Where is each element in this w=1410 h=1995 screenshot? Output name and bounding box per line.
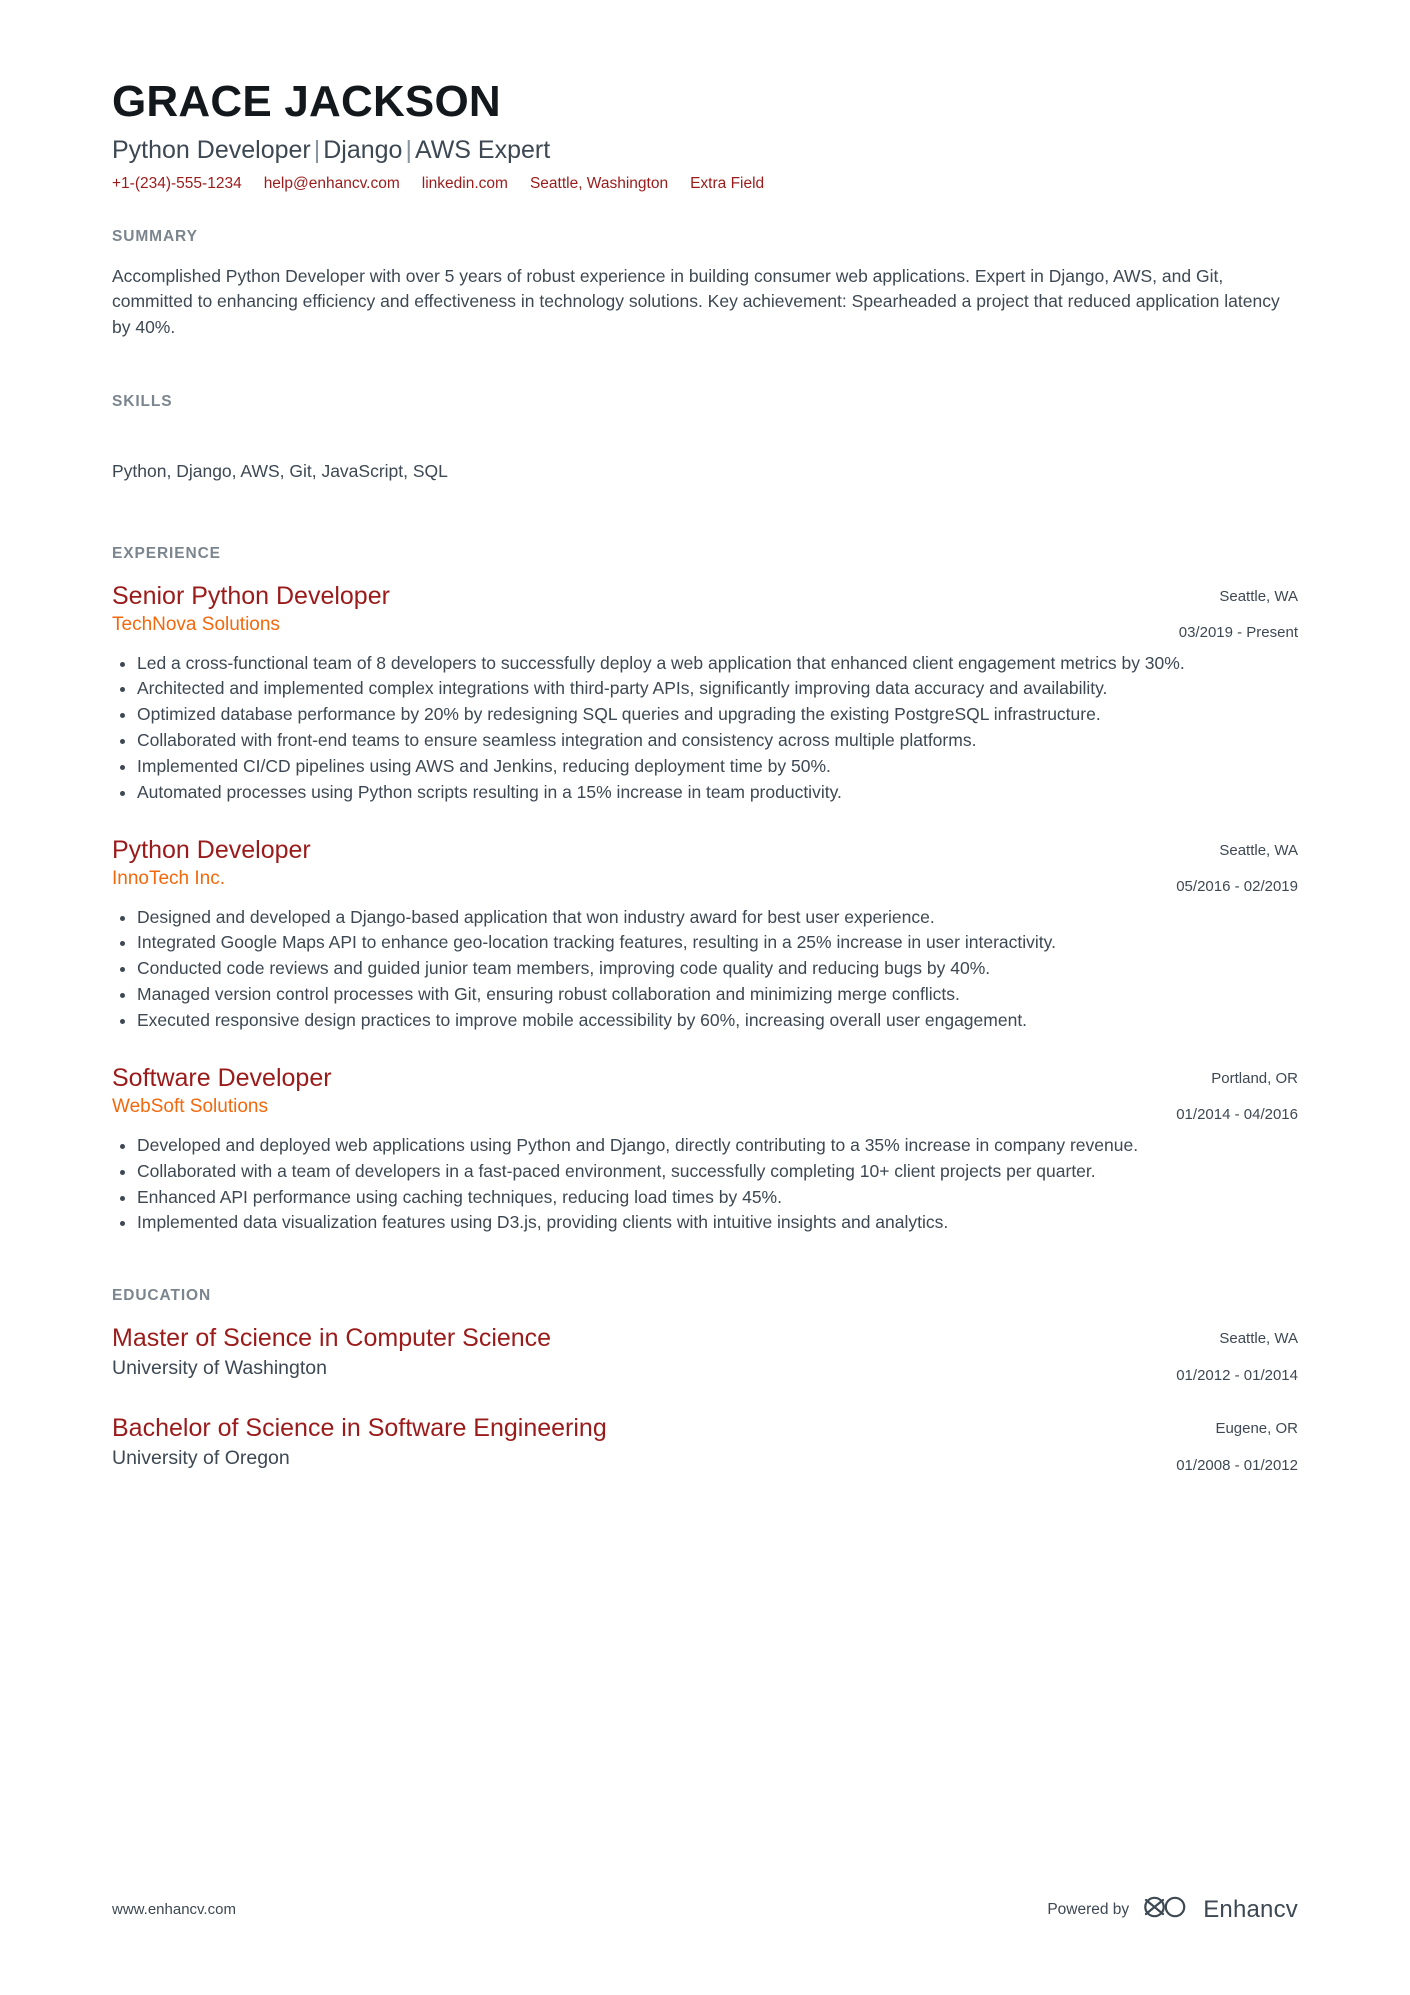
- section-skills: SKILLS Python, Django, AWS, Git, JavaScr…: [112, 393, 1298, 485]
- section-title-summary: SUMMARY: [112, 227, 198, 245]
- contact-linkedin[interactable]: linkedin.com: [422, 174, 508, 194]
- list-item: Led a cross-functional team of 8 develop…: [112, 651, 1298, 676]
- footer-brand-block: Powered by Enhancv: [1047, 1894, 1298, 1925]
- list-item: Implemented CI/CD pipelines using AWS an…: [112, 754, 1298, 779]
- list-item: Enhanced API performance using caching t…: [112, 1185, 1298, 1210]
- contact-info-row: +1-(234)-555-1234 help@enhancv.com linke…: [112, 174, 1298, 194]
- footer-website-url[interactable]: www.enhancv.com: [112, 1901, 236, 1918]
- section-experience: EXPERIENCE Senior Python Developer TechN…: [112, 545, 1298, 1236]
- experience-entry: Senior Python Developer TechNova Solutio…: [112, 581, 1298, 805]
- list-item: Integrated Google Maps API to enhance ge…: [112, 930, 1298, 955]
- powered-by-label: Powered by: [1047, 1900, 1130, 1918]
- section-title-experience: EXPERIENCE: [112, 544, 221, 562]
- experience-entry: Software Developer WebSoft Solutions Por…: [112, 1063, 1298, 1235]
- experience-entry-header: Senior Python Developer TechNova Solutio…: [112, 581, 1298, 643]
- summary-text: Accomplished Python Developer with over …: [112, 265, 1280, 338]
- skills-text: Python, Django, AWS, Git, JavaScript, SQ…: [112, 460, 448, 481]
- list-item: Optimized database performance by 20% by…: [112, 702, 1298, 727]
- section-title-skills: SKILLS: [112, 392, 173, 410]
- contact-extra-field: Extra Field: [690, 174, 765, 192]
- headline-separator-icon: |: [405, 135, 412, 164]
- page-title: GRACE JACKSON: [112, 77, 501, 126]
- job-title: Python Developer: [112, 835, 311, 864]
- school-location: Seattle, WA: [1219, 1330, 1298, 1348]
- resume-content: GRACE JACKSON Python Developer | Django | AW…: [0, 0, 1410, 1475]
- headline-separator-icon: |: [313, 135, 321, 164]
- section-summary: SUMMARY Accomplished Python Developer wi…: [112, 228, 1298, 341]
- list-item: Collaborated with a team of developers i…: [112, 1159, 1298, 1184]
- list-item: Developed and deployed web applications …: [112, 1133, 1298, 1158]
- job-dates: 05/2016 - 02/2019: [1176, 878, 1298, 896]
- job-title: Software Developer: [112, 1063, 332, 1092]
- list-item: Automated processes using Python scripts…: [112, 780, 1298, 805]
- school-location: Eugene, OR: [1215, 1420, 1298, 1438]
- experience-entry: Python Developer InnoTech Inc. Seattle, …: [112, 835, 1298, 1033]
- school-dates: 01/2008 - 01/2012: [1176, 1456, 1298, 1474]
- school-name: University of Oregon: [112, 1446, 290, 1469]
- job-location: Seattle, WA: [1219, 587, 1298, 605]
- list-item: Managed version control processes with G…: [112, 982, 1298, 1007]
- headline-part-1: Python Developer: [112, 135, 311, 164]
- page-footer: www.enhancv.com Powered by Enhancv: [112, 1894, 1298, 1925]
- contact-location: Seattle, Washington: [529, 174, 669, 192]
- job-dates: 03/2019 - Present: [1178, 624, 1298, 642]
- job-location: Seattle, WA: [1219, 841, 1298, 859]
- company-name: InnoTech Inc.: [112, 868, 226, 890]
- resume-header: GRACE JACKSON Python Developer | Django | AW…: [112, 78, 1298, 194]
- job-dates: 01/2014 - 04/2016: [1176, 1106, 1298, 1124]
- education-entry: Master of Science in Computer Science Un…: [112, 1323, 1298, 1385]
- education-entry-header: Master of Science in Computer Science Un…: [112, 1323, 1298, 1385]
- professional-headline: Python Developer | Django | AWS Expert: [112, 135, 1298, 165]
- enhancv-logo-icon: [1143, 1894, 1189, 1925]
- list-item: Conducted code reviews and guided junior…: [112, 956, 1298, 981]
- job-bullet-list: Designed and developed a Django-based ap…: [112, 905, 1298, 1033]
- headline-part-2: Django: [323, 135, 403, 164]
- company-name: WebSoft Solutions: [112, 1096, 268, 1118]
- headline-part-3: AWS Expert: [414, 135, 551, 164]
- section-education: EDUCATION Master of Science in Computer …: [112, 1287, 1298, 1475]
- contact-phone[interactable]: +1-(234)-555-1234: [112, 174, 242, 194]
- list-item: Architected and implemented complex inte…: [112, 676, 1298, 701]
- list-item: Executed responsive design practices to …: [112, 1008, 1298, 1033]
- list-item: Collaborated with front-end teams to ens…: [112, 728, 1298, 753]
- school-name: University of Washington: [112, 1356, 327, 1379]
- list-item: Designed and developed a Django-based ap…: [112, 905, 1298, 930]
- school-dates: 01/2012 - 01/2014: [1176, 1366, 1298, 1384]
- experience-entry-header: Software Developer WebSoft Solutions Por…: [112, 1063, 1298, 1125]
- section-title-education: EDUCATION: [112, 1287, 212, 1305]
- degree-title: Master of Science in Computer Science: [112, 1324, 552, 1353]
- degree-title: Bachelor of Science in Software Engineer…: [112, 1414, 607, 1443]
- company-name: TechNova Solutions: [112, 614, 280, 636]
- list-item: Implemented data visualization features …: [112, 1210, 1298, 1235]
- job-title: Senior Python Developer: [112, 581, 390, 610]
- education-entry-header: Bachelor of Science in Software Engineer…: [112, 1413, 1298, 1475]
- resume-page: GRACE JACKSON Python Developer | Django | AW…: [0, 0, 1410, 1995]
- contact-email[interactable]: help@enhancv.com: [264, 174, 400, 194]
- education-entry: Bachelor of Science in Software Engineer…: [112, 1413, 1298, 1475]
- experience-entry-header: Python Developer InnoTech Inc. Seattle, …: [112, 835, 1298, 897]
- job-bullet-list: Developed and deployed web applications …: [112, 1133, 1298, 1235]
- job-bullet-list: Led a cross-functional team of 8 develop…: [112, 651, 1298, 805]
- brand-name: Enhancv: [1203, 1895, 1298, 1923]
- job-location: Portland, OR: [1211, 1069, 1298, 1087]
